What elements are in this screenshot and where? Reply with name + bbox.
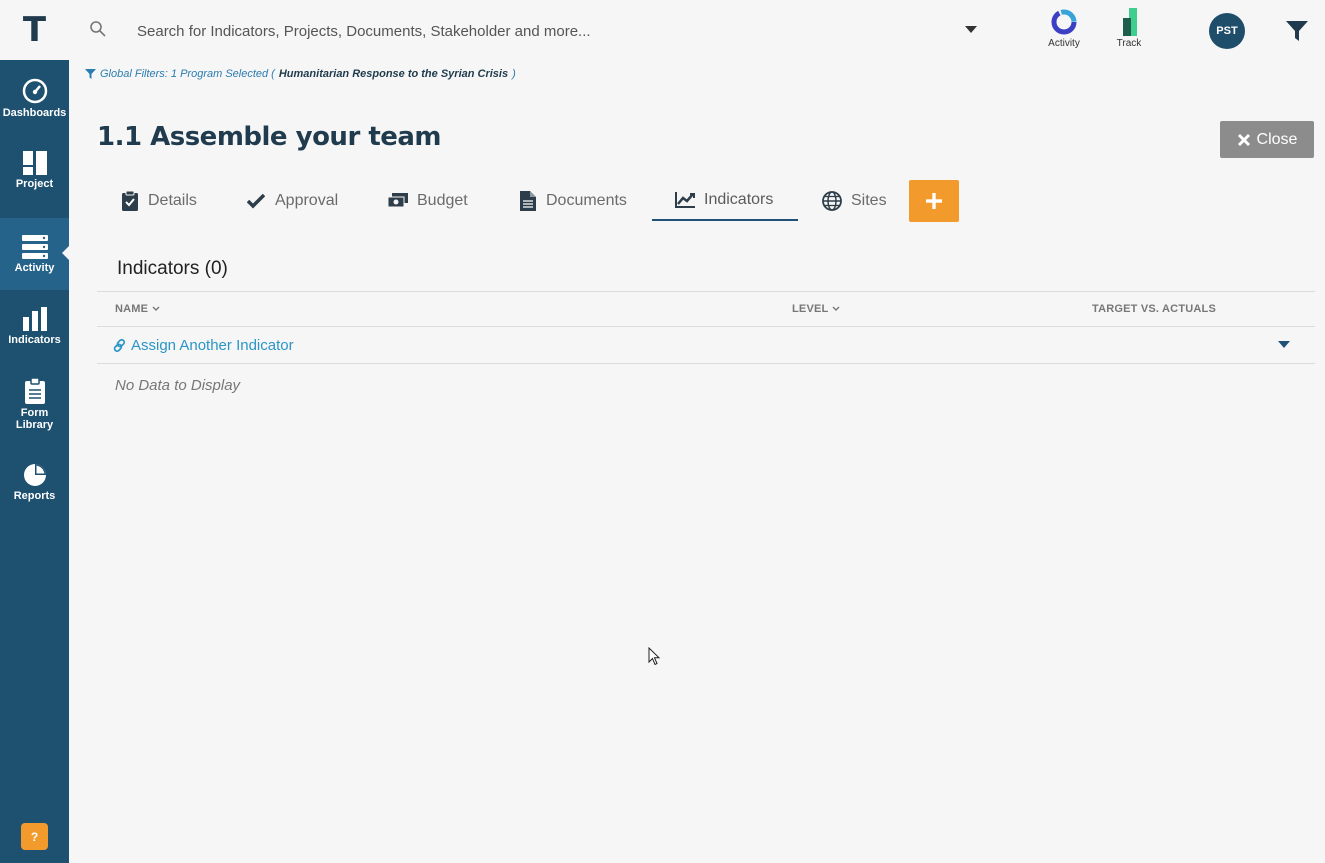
track-bars-icon — [1123, 8, 1137, 36]
user-avatar[interactable]: PST — [1209, 13, 1245, 49]
column-header-label: LEVEL — [792, 303, 829, 315]
globe-icon — [822, 191, 842, 211]
sidebar-item-reports[interactable]: Reports — [0, 446, 69, 518]
add-button[interactable] — [909, 180, 959, 222]
tab-indicators[interactable]: Indicators — [652, 181, 798, 221]
global-filter-prefix: Global Filters: 1 Program Selected ( — [100, 68, 275, 80]
column-header-label: NAME — [115, 303, 149, 315]
global-filter-summary[interactable]: Global Filters: 1 Program Selected ( Hum… — [85, 68, 516, 80]
chevron-down-icon — [832, 306, 840, 311]
checkmark-icon — [246, 193, 266, 209]
project-grid-icon — [22, 150, 47, 175]
column-header-target-vs-actuals: TARGET VS. ACTUALS — [1092, 303, 1216, 315]
mouse-pointer-icon — [648, 647, 661, 666]
tab-label: Details — [148, 192, 197, 209]
activity-ring-icon — [1051, 9, 1077, 35]
global-filter-suffix: ) — [512, 68, 516, 80]
clipboard-icon — [24, 377, 45, 404]
funnel-icon — [85, 69, 96, 79]
indicators-heading: Indicators (0) — [117, 258, 228, 279]
sidebar-item-label: Dashboards — [2, 106, 67, 119]
page-title: 1.1 Assemble your team — [97, 122, 442, 152]
tab-approval[interactable]: Approval — [246, 181, 338, 221]
app-logo[interactable]: T — [0, 0, 69, 60]
close-button-label: Close — [1256, 130, 1298, 148]
assign-indicator-link[interactable]: Assign Another Indicator — [113, 337, 294, 354]
sidebar-item-label: Project — [15, 177, 54, 190]
active-indicator-arrow — [62, 246, 69, 260]
sidebar-item-indicators[interactable]: Indicators — [0, 290, 69, 362]
dashboard-gauge-icon — [22, 78, 47, 103]
tab-details[interactable]: Details — [121, 181, 197, 221]
close-button[interactable]: Close — [1220, 121, 1314, 158]
bar-chart-icon — [22, 306, 47, 331]
activity-server-icon — [21, 234, 48, 259]
search-input[interactable] — [130, 17, 960, 45]
app-track-label: Track — [1116, 38, 1142, 49]
global-filter-program: Humanitarian Response to the Syrian Cris… — [278, 68, 509, 80]
assign-indicator-label: Assign Another Indicator — [131, 337, 294, 354]
sidebar-item-project[interactable]: Project — [0, 134, 69, 206]
top-bar: T Activity Track PST — [0, 0, 1325, 60]
line-chart-icon — [675, 192, 695, 208]
tab-label: Sites — [851, 192, 887, 209]
clipboard-check-icon — [122, 191, 138, 211]
column-header-label: TARGET VS. ACTUALS — [1092, 303, 1216, 315]
tab-label: Budget — [417, 192, 468, 209]
document-icon — [520, 191, 536, 211]
divider — [97, 326, 1315, 327]
divider — [97, 363, 1315, 364]
empty-state-text: No Data to Display — [115, 377, 241, 394]
tab-budget[interactable]: Budget — [388, 181, 468, 221]
column-header-level[interactable]: LEVEL — [792, 303, 840, 315]
plus-icon — [926, 193, 942, 209]
money-icon — [388, 193, 408, 208]
sidebar-item-label: Reports — [13, 489, 56, 502]
sidebar-item-dashboards[interactable]: Dashboards — [0, 62, 69, 134]
link-icon — [113, 339, 126, 352]
sidebar-item-label: Activity — [14, 261, 55, 274]
help-chat-button[interactable]: ? — [21, 823, 48, 850]
tab-label: Documents — [546, 192, 627, 209]
tab-sites[interactable]: Sites — [822, 181, 887, 221]
tab-label: Approval — [275, 192, 339, 209]
app-activity-label: Activity — [1048, 38, 1080, 49]
search-icon — [90, 21, 106, 37]
sidebar-item-label: Form Library — [15, 406, 54, 431]
sidebar: Dashboards Project Activity Indicators F… — [0, 60, 69, 863]
pie-chart-icon — [23, 463, 46, 486]
sidebar-item-label: Indicators — [8, 333, 61, 346]
funnel-icon[interactable] — [1285, 20, 1309, 42]
expand-caret-icon[interactable] — [1278, 341, 1290, 348]
chevron-down-icon — [152, 306, 160, 311]
sidebar-item-form-library[interactable]: Form Library — [0, 368, 69, 440]
tab-label: Indicators — [704, 191, 774, 208]
search-dropdown-caret-icon[interactable] — [965, 26, 977, 33]
divider — [97, 291, 1315, 292]
column-header-name[interactable]: NAME — [115, 303, 160, 315]
sidebar-item-activity[interactable]: Activity — [0, 218, 69, 290]
close-icon — [1237, 133, 1250, 146]
app-track-button[interactable]: Track — [1104, 8, 1154, 56]
tab-documents[interactable]: Documents — [519, 181, 627, 221]
app-activity-button[interactable]: Activity — [1039, 8, 1089, 56]
logo-text: T — [22, 10, 47, 50]
